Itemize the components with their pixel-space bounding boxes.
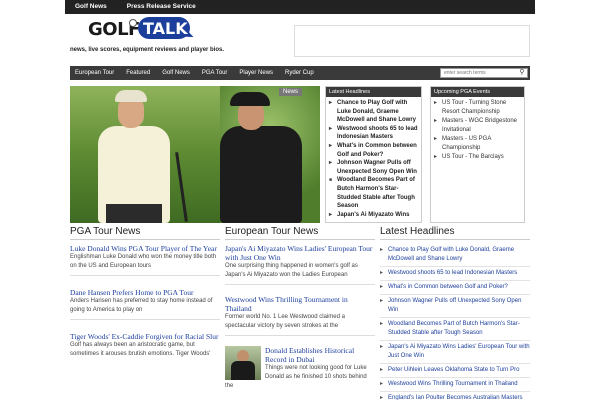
story-divider — [70, 275, 220, 276]
logo-talk-text: TALK — [143, 19, 188, 38]
upcoming-events-title: Upcoming PGA Events — [431, 87, 524, 97]
latest-box-item[interactable]: Johnson Wagner Pulls off Unexpected Sony… — [329, 159, 418, 176]
latest-box-item[interactable]: What's in Common between Golf and Poker? — [329, 142, 418, 159]
latest-headlines-section: Latest Headlines Chance to Play Golf wit… — [380, 226, 530, 400]
euro-story-excerpt: Former world No. 1 Lee Westwood claimed … — [225, 314, 345, 329]
story-thumbnail[interactable] — [225, 346, 261, 380]
search-icon[interactable]: ⚲ — [518, 69, 526, 77]
pga-story-excerpt: Anders Hansen has preferred to stay home… — [70, 298, 213, 313]
story-divider — [225, 335, 375, 336]
golfer-2-cap — [230, 92, 270, 106]
event-item[interactable]: US Tour - Turning Stone Resort Champions… — [434, 99, 521, 117]
golf-ball-icon — [129, 19, 137, 27]
event-item[interactable]: Masters - WGC Bridgestone Invitational — [434, 117, 521, 135]
golfer-1-cap — [115, 90, 147, 102]
search-input[interactable] — [441, 69, 517, 77]
euro-story-title[interactable]: Westwood Wins Thrilling Tournament in Th… — [225, 295, 375, 313]
pga-story-excerpt: Golf has always been an aristocratic gam… — [70, 342, 211, 357]
european-tour-news-heading[interactable]: European Tour News — [225, 226, 375, 240]
euro-story-title[interactable]: Japan's Ai Miyazato Wins Ladies' Europea… — [225, 244, 375, 262]
thumbnail-body — [231, 361, 255, 380]
latest-headlines-box-title: Latest Headlines — [326, 87, 421, 97]
nav-pga-tour[interactable]: PGA Tour — [197, 66, 233, 80]
headline-item[interactable]: Japan's Ai Miyazato Wins Ladies' Europea… — [380, 341, 530, 364]
golfer-2-shirt — [220, 126, 302, 223]
headline-item[interactable]: Peter Uihlein Leaves Oklahoma State to T… — [380, 364, 530, 378]
headline-item[interactable]: What's in Common between Golf and Poker? — [380, 281, 530, 295]
pga-story: Dane Hansen Prefers Home to PGA Tour And… — [70, 288, 220, 320]
latest-box-item[interactable]: Japan's Ai Miyazato Wins — [329, 211, 418, 220]
pga-story-title[interactable]: Tiger Woods' Ex-Caddie Forgiven for Raci… — [70, 332, 220, 341]
golfer-1-trousers — [106, 204, 162, 223]
top-bar: Golf News Press Release Service — [65, 0, 535, 14]
story-divider — [225, 284, 375, 285]
euro-story: Donald Establishes Historical Record in … — [225, 346, 375, 391]
pga-story-excerpt: Englishman Luke Donald who won the money… — [70, 254, 217, 269]
euro-story: Japan's Ai Miyazato Wins Ladies' Europea… — [225, 244, 375, 285]
pga-story: Luke Donald Wins PGA Tour Player of The … — [70, 244, 220, 276]
latest-headlines-heading: Latest Headlines — [380, 226, 530, 240]
headline-item[interactable]: Woodland Becomes Part of Butch Harmon's … — [380, 318, 530, 341]
latest-box-item[interactable]: Chance to Play Golf with Luke Donald, Gr… — [329, 99, 418, 125]
header-ad-slot — [294, 25, 530, 57]
headline-item[interactable]: Westwood Wins Thrilling Tournament in Th… — [380, 378, 530, 392]
nav-golf-news[interactable]: Golf News — [157, 66, 195, 80]
headline-item[interactable]: England's Ian Poulter Becomes Australian… — [380, 392, 530, 400]
event-item[interactable]: US Tour - The Barclays — [434, 153, 521, 162]
nav-ryder-cup[interactable]: Ryder Cup — [280, 66, 319, 80]
headline-item[interactable]: Johnson Wagner Pulls off Unexpected Sony… — [380, 295, 530, 318]
pga-tour-news-section: PGA Tour News Luke Donald Wins PGA Tour … — [70, 226, 220, 369]
search-box: ⚲ — [440, 68, 528, 78]
latest-box-item[interactable]: Westwood shoots 65 to lead Indonesian Ma… — [329, 125, 418, 142]
nav-player-news[interactable]: Player News — [234, 66, 278, 80]
event-item[interactable]: Masters - US PGA Championship — [434, 135, 521, 153]
site-tagline: news, live scores, equipment reviews and… — [70, 47, 225, 53]
headline-item[interactable]: Westwood shoots 65 to lead Indonesian Ma… — [380, 267, 530, 281]
featured-photo[interactable]: News — [70, 86, 320, 223]
nav-european-tour[interactable]: European Tour — [70, 66, 119, 80]
nav-featured[interactable]: Featured — [121, 66, 155, 80]
story-divider — [70, 319, 220, 320]
site-logo[interactable]: GOLF TALK — [88, 17, 198, 43]
latest-headlines-box: Latest Headlines Chance to Play Golf wit… — [325, 86, 422, 223]
topbar-link-press-release[interactable]: Press Release Service — [117, 0, 204, 14]
main-nav: European Tour Featured Golf News PGA Tou… — [70, 66, 530, 80]
euro-story-excerpt: One surprising thing happened in women's… — [225, 263, 358, 278]
headline-item[interactable]: Chance to Play Golf with Luke Donald, Gr… — [380, 244, 530, 267]
pga-story-title[interactable]: Dane Hansen Prefers Home to PGA Tour — [70, 288, 220, 297]
latest-box-item[interactable]: Woodland Becomes Part of Butch Harmon's … — [329, 176, 418, 210]
pga-story: Tiger Woods' Ex-Caddie Forgiven for Raci… — [70, 332, 220, 359]
topbar-link-golf-news[interactable]: Golf News — [65, 0, 115, 14]
euro-story: Westwood Wins Thrilling Tournament in Th… — [225, 295, 375, 336]
featured-category-badge: News — [278, 88, 302, 96]
pga-tour-news-heading[interactable]: PGA Tour News — [70, 226, 220, 240]
upcoming-events-box: Upcoming PGA Events US Tour - Turning St… — [430, 86, 525, 223]
pga-story-title[interactable]: Luke Donald Wins PGA Tour Player of The … — [70, 244, 220, 253]
european-tour-news-section: European Tour News Japan's Ai Miyazato W… — [225, 226, 375, 400]
